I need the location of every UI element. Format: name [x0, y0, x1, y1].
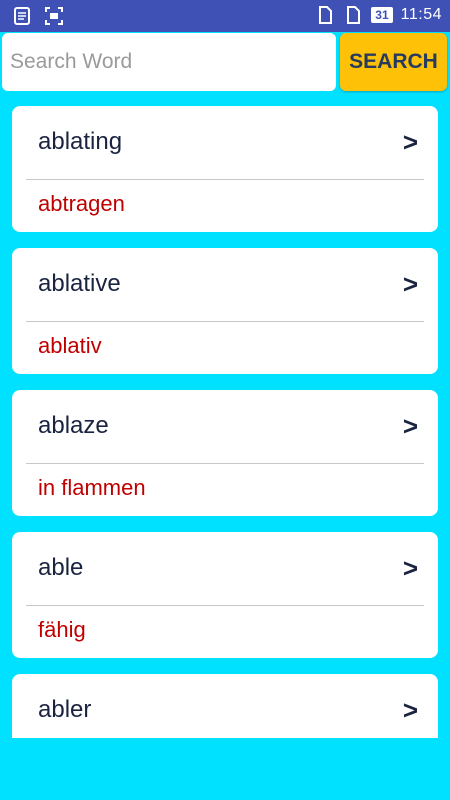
search-button[interactable]: SEARCH	[340, 33, 447, 91]
translation-text: ablativ	[38, 333, 102, 358]
divider	[26, 321, 424, 322]
word-text: ablative	[38, 270, 121, 297]
chevron-right-icon[interactable]: >	[403, 553, 418, 584]
word-card[interactable]: ablative > ablativ	[12, 248, 438, 374]
chevron-right-icon[interactable]: >	[403, 269, 418, 300]
translation-text: abtragen	[38, 191, 125, 216]
word-list[interactable]: ablating > abtragen ablative > ablativ a…	[12, 106, 438, 738]
word-text: abler	[38, 696, 92, 723]
chevron-right-icon[interactable]: >	[403, 127, 418, 158]
search-input[interactable]	[2, 33, 336, 91]
word-card[interactable]: ablating > abtragen	[12, 106, 438, 232]
divider	[26, 179, 424, 180]
clock: 11:54	[400, 6, 442, 23]
word-card[interactable]: abler >	[12, 674, 438, 738]
notes-icon	[14, 7, 30, 25]
word-card-header[interactable]: ablating >	[12, 106, 438, 179]
search-bar: SEARCH	[0, 32, 450, 94]
translation-text: in flammen	[38, 475, 146, 500]
word-card-header[interactable]: abler >	[12, 674, 438, 738]
word-card-header[interactable]: able >	[12, 532, 438, 605]
word-text: ablating	[38, 128, 123, 155]
sim-card-2-icon	[347, 6, 361, 24]
word-card[interactable]: able > fähig	[12, 532, 438, 658]
word-text: able	[38, 554, 84, 581]
sim-card-icon	[319, 6, 333, 24]
chevron-right-icon[interactable]: >	[403, 411, 418, 442]
word-card-header[interactable]: ablative >	[12, 248, 438, 321]
word-text: ablaze	[38, 412, 109, 439]
screenshot-icon	[45, 7, 63, 25]
divider	[26, 463, 424, 464]
divider	[26, 605, 424, 606]
battery-indicator: 31	[371, 7, 393, 23]
word-card-header[interactable]: ablaze >	[12, 390, 438, 463]
status-bar: 31 11:54	[0, 0, 450, 32]
word-card[interactable]: ablaze > in flammen	[12, 390, 438, 516]
translation-text: fähig	[38, 617, 86, 642]
chevron-right-icon[interactable]: >	[403, 695, 418, 726]
